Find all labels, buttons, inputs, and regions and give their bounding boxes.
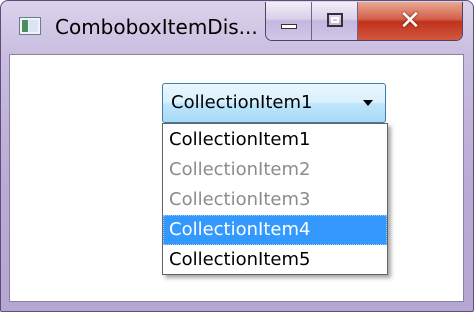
combobox-dropdown-list: CollectionItem1 CollectionItem2 Collecti… [162,123,388,275]
combobox-item-1[interactable]: CollectionItem1 [163,125,387,155]
window-title: ComboboxItemDis... [55,15,258,39]
minimize-icon [281,24,297,29]
app-icon-pane [29,20,38,32]
app-icon-pane [22,20,28,32]
client-area: CollectionItem1 CollectionItem1 Collecti… [9,54,464,302]
combobox-selected-value: CollectionItem1 [171,92,313,113]
combobox-item-2: CollectionItem2 [169,159,311,180]
combobox[interactable]: CollectionItem1 [162,83,386,123]
app-window: ComboboxItemDis... ✕ CollectionItem1 Col… [0,0,474,312]
combobox-item-5[interactable]: CollectionItem5 [163,245,387,275]
combobox-item-4[interactable]: CollectionItem4 [163,215,387,245]
maximize-icon [327,13,343,27]
close-icon: ✕ [399,6,421,36]
title-bar[interactable]: ComboboxItemDis... ✕ [1,1,473,49]
minimize-button[interactable] [266,2,312,40]
caption-buttons: ✕ [265,2,463,41]
app-window-icon[interactable] [19,17,41,35]
combobox-item-3: CollectionItem3 [169,189,311,210]
close-button[interactable]: ✕ [358,2,462,40]
maximize-button[interactable] [312,2,358,40]
dropdown-arrow-icon[interactable] [363,100,373,106]
